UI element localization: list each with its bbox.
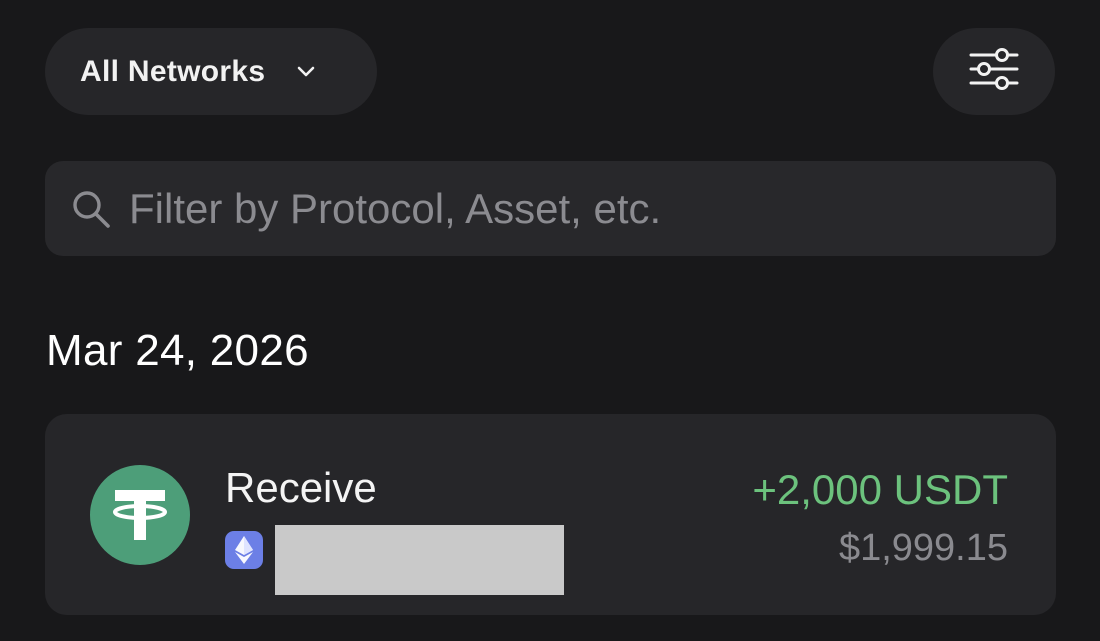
redacted-address xyxy=(275,525,564,595)
network-selector-label: All Networks xyxy=(80,54,266,88)
search-icon xyxy=(69,187,113,231)
date-header: Mar 24, 2026 xyxy=(46,326,309,375)
network-selector-button[interactable]: All Networks xyxy=(45,28,377,115)
transaction-amount: +2,000 USDT xyxy=(752,466,1008,513)
transaction-type: Receive xyxy=(225,464,377,511)
search-bar xyxy=(45,161,1056,256)
ethereum-icon xyxy=(225,531,263,569)
transaction-fiat-value: $1,999.15 xyxy=(838,527,1008,569)
filter-settings-button[interactable] xyxy=(933,28,1055,115)
transaction-row[interactable]: Receive +2,000 USDT $1,999.15 xyxy=(45,414,1056,615)
search-input[interactable] xyxy=(127,177,1056,240)
sliders-icon xyxy=(968,47,1020,96)
tether-icon xyxy=(90,465,190,565)
chevron-down-icon xyxy=(295,61,317,83)
activity-screen: All Networks Filter by Protocol, Asset, … xyxy=(0,0,1100,641)
